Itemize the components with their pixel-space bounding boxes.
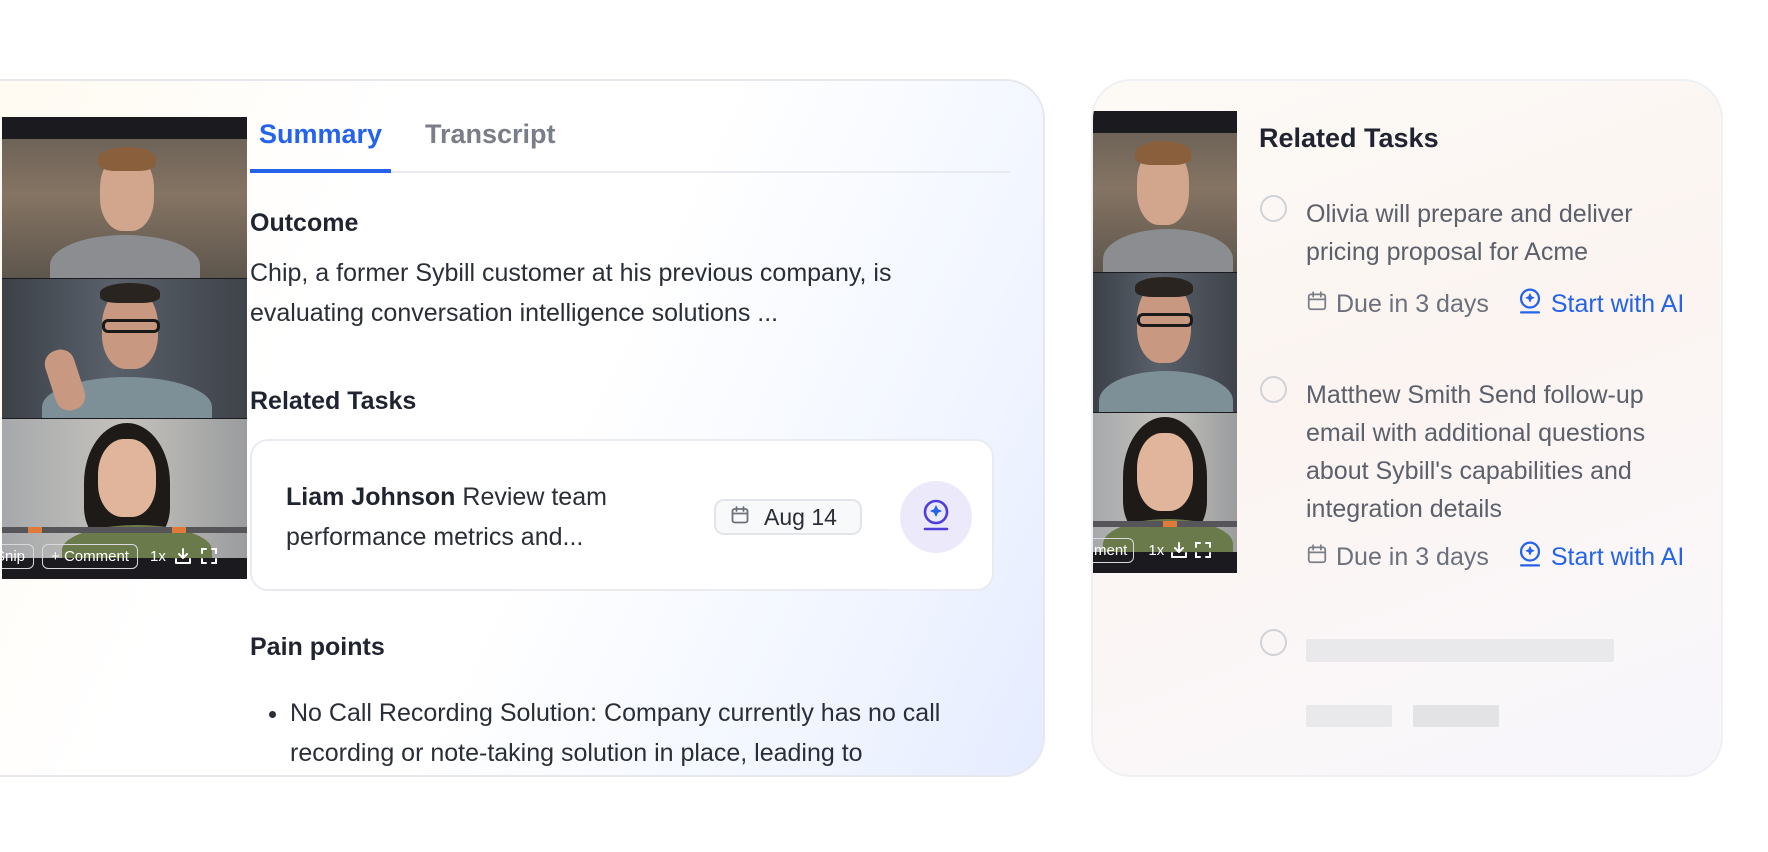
task-meta: Due in 3 days Start with AI [1306,287,1684,322]
task-text: Olivia will prepare and deliver pricing … [1306,200,1633,266]
summary-tabs: Summary Transcript [250,119,1010,173]
start-with-ai-link[interactable]: Start with AI [1517,540,1684,575]
related-tasks-heading: Related Tasks [1259,123,1439,153]
task-due: Due in 3 days [1306,543,1489,572]
task-assignee: Liam Johnson [286,483,456,511]
start-with-ai-label: Start with AI [1550,290,1685,318]
start-with-ai-button[interactable] [900,481,972,553]
pain-point-item: No Call Recording Solution: Company curr… [290,693,1010,773]
snip-button[interactable]: Snip [2,543,35,569]
ai-assistant-icon [920,498,952,537]
video-controls: ment 1x [1093,527,1237,573]
task-due-skeleton [1306,705,1392,727]
task-description: Liam Johnson Review team performance met… [286,477,686,557]
task-due-date-chip[interactable]: Aug 14 [714,499,862,535]
video-controls: Snip + Comment 1x [2,533,247,579]
task-due-text: Due in 3 days [1336,543,1489,571]
related-task-card[interactable]: Liam Johnson Review team performance met… [250,439,994,591]
tab-summary[interactable]: Summary [250,119,392,173]
fullscreen-icon[interactable] [1194,541,1212,559]
meeting-summary-card: Snip + Comment 1x Summary Transcript Out… [0,79,1045,777]
pain-points-heading: Pain points [250,633,385,661]
task-due-text: Due in 3 days [1336,290,1489,318]
task-due: Due in 3 days [1306,290,1489,319]
related-tasks-card: ment 1x Related Tasks Olivia will prepar… [1091,79,1723,777]
meeting-video-player-compact[interactable]: ment 1x [1093,111,1237,573]
ai-assistant-icon [1517,287,1543,322]
video-tile-participant-1 [1093,133,1237,272]
task-complete-checkbox[interactable] [1260,195,1287,222]
outcome-text: Chip, a former Sybill customer at his pr… [250,259,892,327]
task-due-date: Aug 14 [764,503,837,530]
video-tile-participant-2 [1093,273,1237,412]
calendar-icon [1306,543,1328,572]
ai-assistant-icon [1517,540,1543,575]
fullscreen-icon[interactable] [200,547,218,565]
calendar-icon [1306,290,1328,319]
tab-transcript[interactable]: Transcript [416,119,565,164]
playback-speed-button[interactable]: 1x [1148,542,1164,559]
task-complete-checkbox[interactable] [1260,376,1287,403]
video-tile-participant-2 [2,279,247,418]
add-comment-button[interactable]: ment [1093,537,1135,563]
task-text: Matthew Smith Send follow-up email with … [1306,381,1646,523]
meeting-video-player[interactable]: Snip + Comment 1x [2,117,247,579]
calendar-icon [730,504,750,531]
video-tile-participant-1 [2,139,247,278]
playback-speed-button[interactable]: 1x [150,548,166,565]
download-icon[interactable] [1170,541,1188,559]
task-action-skeleton [1413,705,1499,727]
task-complete-checkbox-placeholder [1260,629,1287,656]
pain-points-list: No Call Recording Solution: Company curr… [290,693,1010,773]
outcome-heading: Outcome [250,209,359,237]
download-icon[interactable] [174,547,192,565]
add-comment-button[interactable]: + Comment [42,543,138,569]
start-with-ai-link[interactable]: Start with AI [1517,287,1684,322]
task-meta: Due in 3 days Start with AI [1306,540,1684,575]
start-with-ai-label: Start with AI [1550,543,1685,571]
task-text-skeleton [1306,639,1614,662]
related-tasks-heading: Related Tasks [250,387,417,415]
